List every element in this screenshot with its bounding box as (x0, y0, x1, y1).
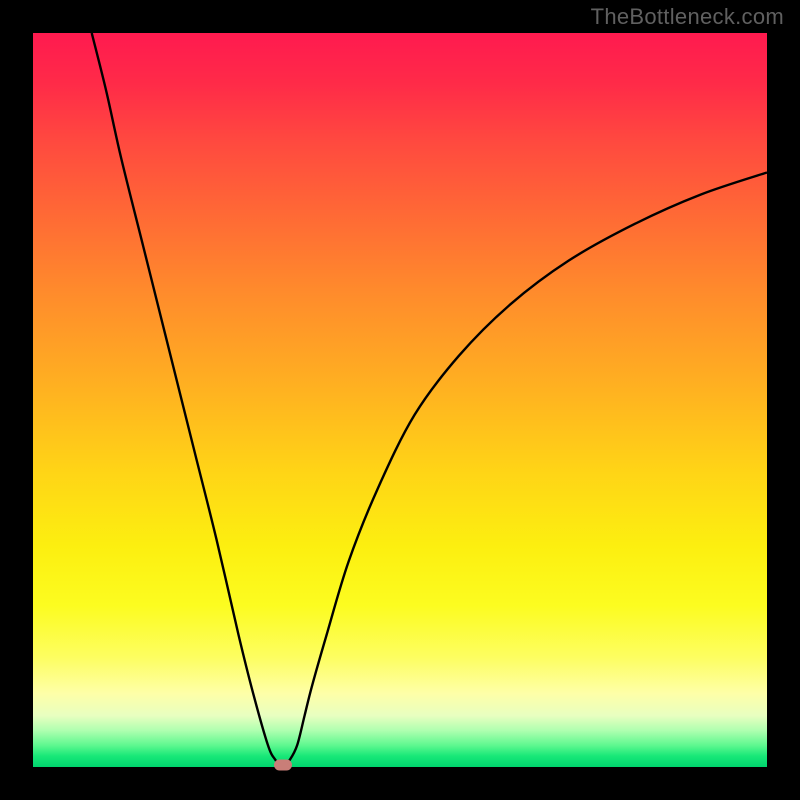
watermark-text: TheBottleneck.com (591, 4, 784, 30)
chart-svg (33, 33, 767, 767)
bottleneck-curve (92, 33, 767, 767)
optimal-point-marker (274, 760, 292, 771)
